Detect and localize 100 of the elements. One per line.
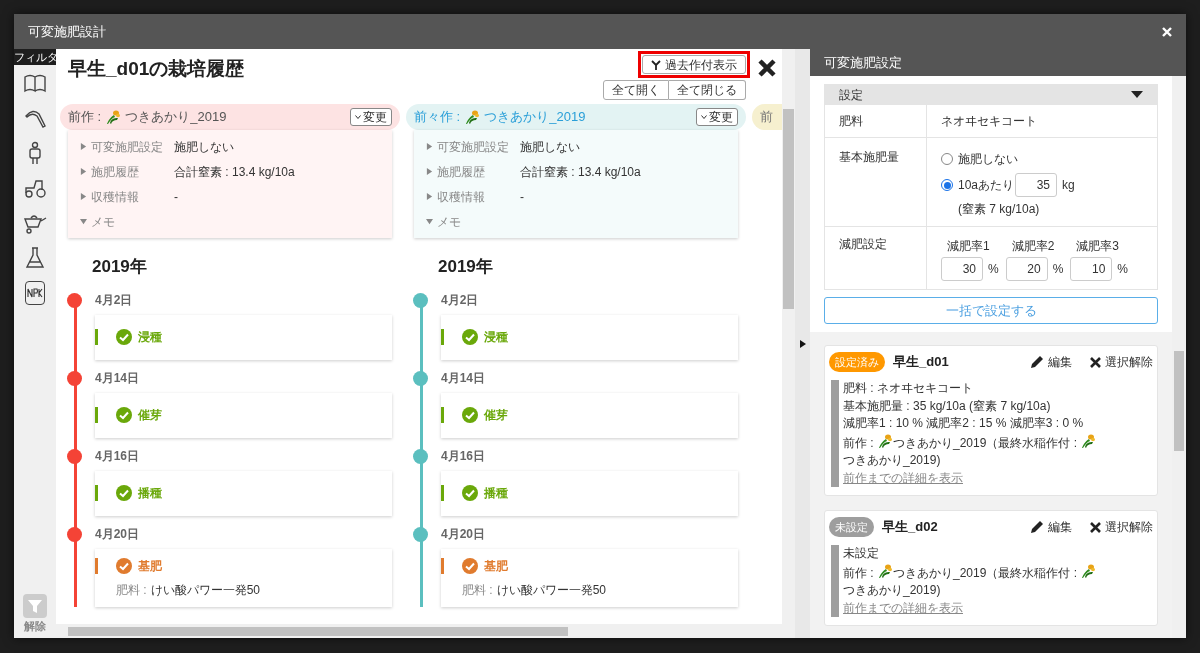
caret-right-icon — [426, 193, 433, 200]
edit-button[interactable]: 編集 — [1030, 518, 1072, 536]
filter-label: フィルタ — [14, 49, 56, 65]
apply-all-button[interactable]: 一括で設定する — [824, 297, 1158, 324]
setting-value: ネオヰセキコート — [926, 105, 1157, 137]
close-icon — [1090, 521, 1101, 533]
check-circle-icon — [116, 485, 132, 501]
rice-icon — [464, 109, 481, 125]
reduction-field[interactable]: 30 — [941, 257, 983, 281]
details-link[interactable]: 前作までの詳細を表示 — [843, 470, 963, 485]
crop-name: つきあかり_2019 — [125, 108, 227, 127]
detail-toggle[interactable]: 収穫情報 — [80, 187, 174, 206]
detail-toggle[interactable]: メモ — [426, 212, 520, 231]
caret-right-icon — [80, 143, 87, 150]
event-date: 4月2日 — [441, 291, 480, 309]
change-button[interactable]: 変更 — [350, 108, 392, 126]
detail-toggle[interactable]: 施肥履歴 — [80, 162, 174, 181]
collapse-all-button[interactable]: 全て閉じる — [669, 80, 746, 100]
check-circle-icon — [116, 407, 132, 423]
event-date: 4月16日 — [441, 447, 487, 465]
history-title: 早生_d01の栽培履歴 — [68, 57, 245, 81]
rice-icon — [877, 432, 893, 449]
detail-toggle[interactable]: 収穫情報 — [426, 187, 520, 206]
event-marker — [95, 329, 98, 345]
unit-label: % — [1052, 261, 1064, 278]
event-date: 4月14日 — [95, 369, 141, 387]
event-card[interactable]: 播種 — [441, 470, 738, 516]
flask-icon[interactable] — [23, 246, 47, 270]
field-name: 早生_d02 — [882, 518, 938, 537]
change-button[interactable]: 変更 — [696, 108, 738, 126]
setting-label: 肥料 — [838, 113, 864, 130]
detail-toggle[interactable]: メモ — [80, 212, 174, 231]
setting-label: 減肥設定 — [838, 236, 888, 253]
rice-icon — [877, 562, 893, 579]
close-icon[interactable] — [758, 59, 776, 77]
event-name: 催芽 — [484, 407, 508, 424]
detail-value: 施肥しない — [520, 138, 580, 156]
panel-title: 可変施肥設定 — [824, 53, 902, 72]
fertilizer-bag-icon[interactable] — [25, 281, 45, 305]
event-detail-label: 肥料 : — [462, 581, 493, 599]
window-title: 可変施肥設計 — [28, 22, 106, 41]
last-rice-crop-label: （最終水稲作付 : — [986, 435, 1079, 450]
event-detail-label: 肥料 : — [116, 581, 147, 599]
caret-right-icon — [426, 143, 433, 150]
previous-crop-name: つきあかり_2019 — [893, 435, 987, 450]
event-date: 4月20日 — [441, 525, 487, 543]
expand-right-icon[interactable] — [799, 339, 806, 348]
event-marker — [95, 557, 98, 574]
event-card[interactable]: 浸種 — [441, 314, 738, 360]
reduction-field[interactable]: 20 — [1005, 257, 1048, 281]
event-name: 播種 — [484, 485, 508, 502]
last-rice-crop-name: つきあかり_2019 — [843, 453, 937, 467]
vertical-scrollbar[interactable] — [782, 49, 795, 624]
deselect-button[interactable]: 選択解除 — [1090, 518, 1153, 536]
event-card[interactable]: 浸種 — [95, 314, 392, 360]
caret-down-icon — [426, 218, 433, 225]
year-heading: 2019年 — [92, 256, 148, 278]
event-card[interactable]: 催芽 — [95, 392, 392, 438]
event-date: 4月14日 — [441, 369, 487, 387]
event-card[interactable]: 播種 — [95, 470, 392, 516]
caret-right-icon — [80, 193, 87, 200]
section-header[interactable]: 設定 — [825, 85, 1157, 105]
detail-toggle[interactable]: 可変施肥設定 — [80, 137, 174, 156]
radio-label: 10aあたり — [958, 177, 1015, 194]
event-name: 催芽 — [138, 407, 162, 424]
past-crops-button[interactable]: 過去作付表示 — [642, 55, 746, 74]
close-icon — [1090, 356, 1101, 368]
event-marker — [441, 557, 444, 574]
field-summary-line: 未設定 — [843, 545, 880, 562]
horizontal-scrollbar[interactable] — [56, 624, 795, 638]
deselect-button[interactable]: 選択解除 — [1090, 353, 1153, 371]
details-link[interactable]: 前作までの詳細を表示 — [843, 600, 963, 615]
reduction-field[interactable]: 10 — [1070, 257, 1113, 281]
closing-paren: ) — [936, 583, 941, 597]
event-card[interactable]: 催芽 — [441, 392, 738, 438]
event-name: 播種 — [138, 485, 162, 502]
clear-filter-button[interactable]: 解除 — [23, 593, 47, 634]
unit-label: kg — [1062, 177, 1075, 194]
event-date: 4月2日 — [95, 291, 134, 309]
event-name: 浸種 — [138, 329, 162, 346]
detail-toggle[interactable]: 施肥履歴 — [426, 162, 520, 181]
check-circle-icon — [462, 329, 478, 345]
expand-all-button[interactable]: 全て開く — [603, 80, 669, 100]
event-marker — [95, 407, 98, 423]
event-detail-value: けい酸パワー一発50 — [496, 581, 607, 599]
field-name: 早生_d01 — [893, 353, 949, 372]
event-card[interactable]: 基肥 肥料 : けい酸パワー一発50 — [95, 548, 392, 607]
sprout-icon — [651, 59, 661, 70]
check-circle-icon — [116, 557, 132, 574]
detail-toggle[interactable]: 可変施肥設定 — [426, 137, 520, 156]
field-summary-line: 肥料 : ネオヰセキコート — [843, 380, 974, 397]
pencil-icon — [1030, 355, 1044, 369]
amount-field[interactable]: 35 — [1015, 173, 1058, 197]
check-circle-icon — [116, 329, 132, 345]
nitrogen-note: (窒素 7 kg/10a) — [958, 201, 1041, 218]
event-card[interactable]: 基肥 肥料 : けい酸パワー一発50 — [441, 548, 738, 607]
event-name: 基肥 — [138, 557, 162, 575]
check-circle-icon — [462, 407, 478, 423]
edit-button[interactable]: 編集 — [1030, 353, 1072, 371]
caret-right-icon — [426, 168, 433, 175]
